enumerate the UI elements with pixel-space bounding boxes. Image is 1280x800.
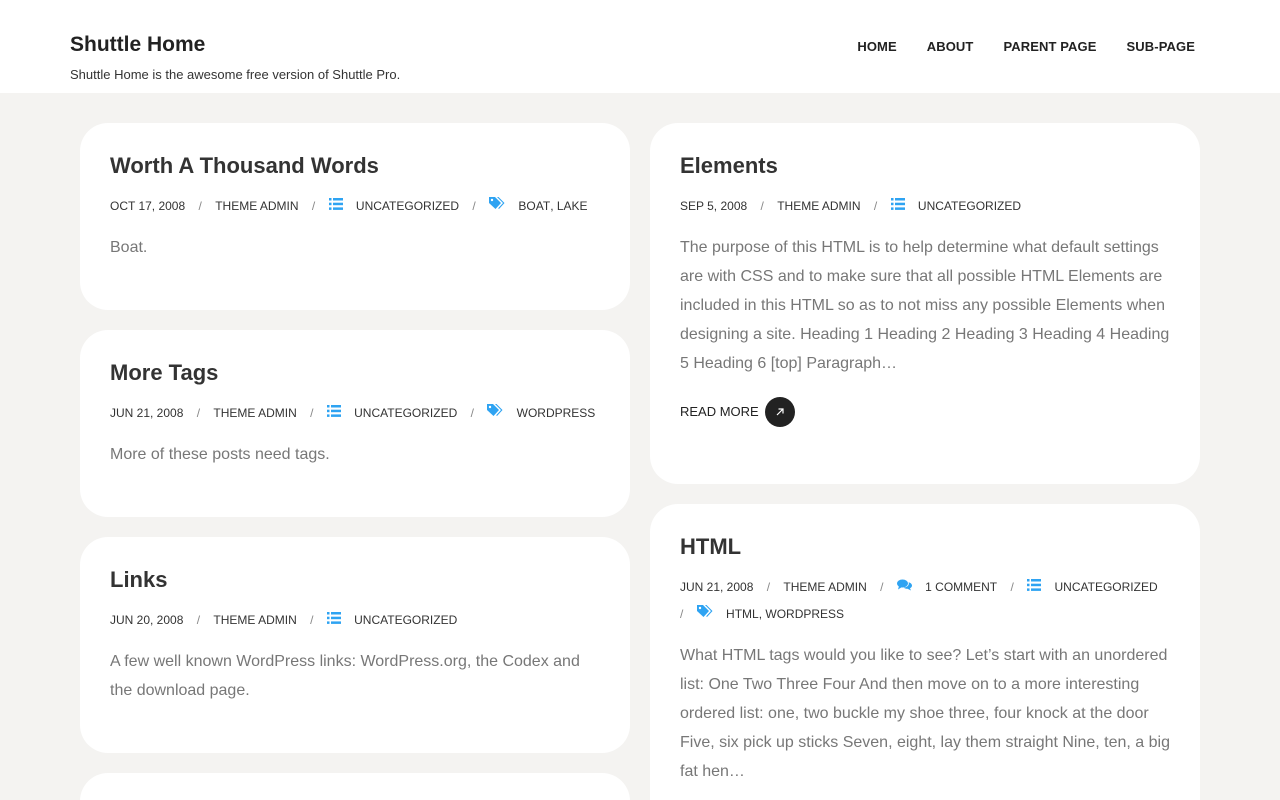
- tags-icon: [489, 193, 505, 219]
- post-title[interactable]: HTML: [680, 534, 1170, 560]
- site-description: Shuttle Home is the awesome free version…: [70, 67, 401, 82]
- meta-separator: /: [1010, 579, 1014, 594]
- meta-separator: /: [766, 579, 771, 594]
- post-title[interactable]: More Tags: [110, 360, 600, 386]
- post-meta: JUN 20, 2008 / THEME ADMIN / UNCATEGORIZ…: [110, 606, 600, 633]
- post-card: HTML JUN 21, 2008 / THEME ADMIN / 1 COMM…: [650, 504, 1200, 800]
- post-author[interactable]: THEME ADMIN: [215, 193, 298, 219]
- post-category[interactable]: UNCATEGORIZED: [356, 193, 459, 219]
- post-excerpt: More of these posts need tags.: [110, 445, 330, 463]
- post-card: Links JUN 20, 2008 / THEME ADMIN / UNCAT…: [80, 537, 630, 753]
- post-card: Elements SEP 5, 2008 / THEME ADMIN / UNC…: [650, 123, 1200, 484]
- post-category[interactable]: UNCATEGORIZED: [1055, 574, 1158, 600]
- post-excerpt: The purpose of this HTML is to help dete…: [680, 238, 1170, 372]
- meta-separator: /: [311, 198, 316, 213]
- post-comments[interactable]: 1 COMMENT: [925, 574, 997, 600]
- meta-separator: /: [880, 579, 884, 594]
- post-tag[interactable]: HTML: [726, 601, 759, 627]
- list-icon: [326, 400, 341, 426]
- meta-separator: /: [196, 405, 201, 420]
- main-nav: HOME ABOUT PARENT PAGE SUB-PAGE: [857, 39, 1195, 54]
- post-title[interactable]: Elements: [680, 153, 1170, 179]
- post-meta: JUN 21, 2008 / THEME ADMIN / 1 COMMENT /…: [680, 573, 1170, 627]
- comments-icon: [896, 574, 912, 600]
- post-date[interactable]: OCT 17, 2008: [110, 193, 185, 219]
- list-icon: [326, 607, 341, 633]
- nav-item-home[interactable]: HOME: [857, 39, 896, 54]
- post-card: [80, 773, 630, 800]
- post-category[interactable]: UNCATEGORIZED: [354, 607, 457, 633]
- post-tag[interactable]: LAKE: [557, 193, 588, 219]
- site-title[interactable]: Shuttle Home: [70, 33, 205, 57]
- list-icon: [890, 193, 905, 219]
- meta-separator: /: [873, 198, 878, 213]
- post-date[interactable]: JUN 21, 2008: [110, 400, 183, 426]
- post-excerpt: A few well known WordPress links: WordPr…: [110, 652, 580, 699]
- post-category[interactable]: UNCATEGORIZED: [354, 400, 457, 426]
- post-date[interactable]: JUN 21, 2008: [680, 574, 753, 600]
- meta-separator: /: [760, 198, 764, 213]
- post-date[interactable]: SEP 5, 2008: [680, 193, 747, 219]
- post-tag[interactable]: BOAT: [518, 193, 550, 219]
- post-author[interactable]: THEME ADMIN: [783, 574, 866, 600]
- post-excerpt: What HTML tags would you like to see? Le…: [680, 646, 1170, 780]
- tags-icon: [487, 400, 503, 426]
- post-category[interactable]: UNCATEGORIZED: [918, 193, 1021, 219]
- meta-separator: /: [310, 405, 314, 420]
- post-card: Worth A Thousand Words OCT 17, 2008 / TH…: [80, 123, 630, 310]
- meta-separator: /: [310, 612, 314, 627]
- site-header: Shuttle Home Shuttle Home is the awesome…: [0, 0, 1280, 93]
- list-icon: [328, 193, 343, 219]
- meta-separator: /: [196, 612, 201, 627]
- post-date[interactable]: JUN 20, 2008: [110, 607, 183, 633]
- post-author[interactable]: THEME ADMIN: [777, 193, 860, 219]
- post-meta: JUN 21, 2008 / THEME ADMIN / UNCATEGORIZ…: [110, 399, 600, 426]
- nav-item-sub-page[interactable]: SUB-PAGE: [1127, 39, 1195, 54]
- nav-item-parent-page[interactable]: PARENT PAGE: [1003, 39, 1096, 54]
- meta-separator: /: [472, 198, 476, 213]
- list-icon: [1027, 574, 1042, 600]
- arrow-up-right-icon[interactable]: [764, 396, 795, 427]
- post-excerpt: Boat.: [110, 238, 148, 256]
- post-meta: SEP 5, 2008 / THEME ADMIN / UNCATEGORIZE…: [680, 192, 1170, 219]
- post-meta: OCT 17, 2008 / THEME ADMIN / UNCATEGORIZ…: [110, 192, 600, 219]
- meta-separator: /: [198, 198, 202, 213]
- nav-item-about[interactable]: ABOUT: [927, 39, 974, 54]
- post-card: More Tags JUN 21, 2008 / THEME ADMIN / U…: [80, 330, 630, 517]
- post-tag[interactable]: WORDPRESS: [765, 601, 844, 627]
- meta-separator: /: [470, 405, 474, 420]
- post-tag[interactable]: WORDPRESS: [517, 400, 596, 426]
- tags-icon: [696, 601, 713, 627]
- read-more-link[interactable]: READ MORE: [680, 396, 1170, 427]
- post-author[interactable]: THEME ADMIN: [213, 400, 296, 426]
- read-more-label: READ MORE: [680, 404, 759, 420]
- post-title[interactable]: Worth A Thousand Words: [110, 153, 600, 179]
- post-author[interactable]: THEME ADMIN: [213, 607, 296, 633]
- meta-separator: /: [680, 606, 684, 621]
- post-title[interactable]: Links: [110, 567, 600, 593]
